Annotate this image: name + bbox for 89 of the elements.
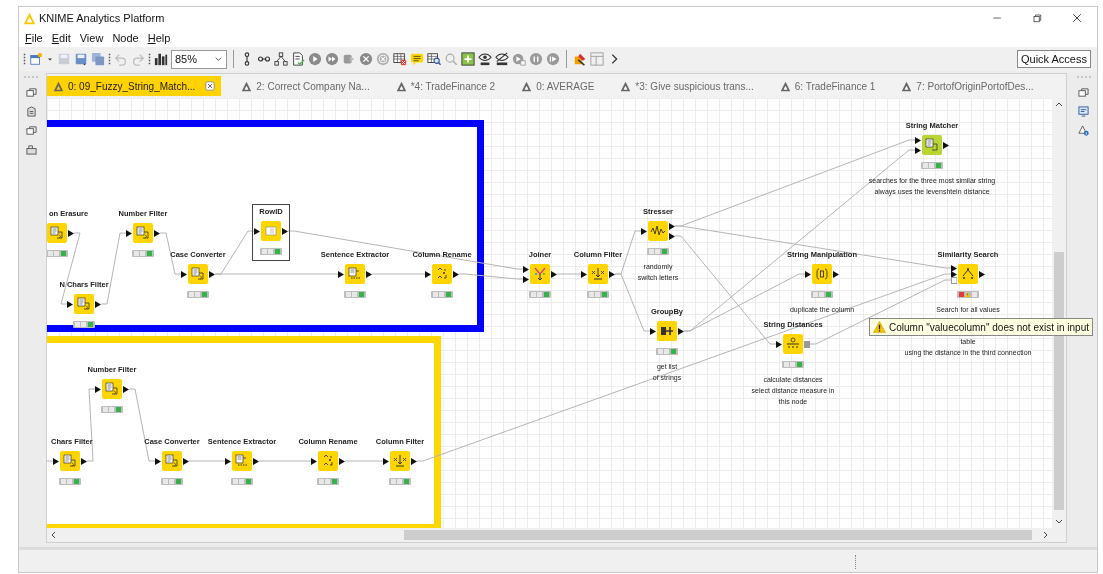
workflow-icon — [620, 80, 632, 92]
add-icon[interactable] — [461, 52, 475, 66]
grip-handle-icon — [148, 51, 151, 67]
chevron-down-icon[interactable] — [214, 54, 223, 64]
tree-layout-icon[interactable] — [274, 52, 288, 66]
workflow-node[interactable] — [783, 334, 803, 354]
restore-icon[interactable] — [1031, 12, 1043, 24]
restore-icon[interactable] — [1078, 87, 1089, 98]
workflow-icon — [241, 80, 253, 92]
pause-icon[interactable] — [529, 52, 543, 66]
workflow-node[interactable] — [958, 264, 978, 284]
workflow-tab[interactable]: *4: TradeFinance 2 — [389, 76, 502, 96]
workflow-node[interactable] — [102, 379, 122, 399]
workflow-node[interactable] — [232, 451, 252, 471]
status-light — [972, 292, 978, 297]
fast-forward-icon[interactable] — [325, 52, 339, 66]
table-search-icon[interactable] — [427, 52, 441, 66]
warning-icon — [873, 321, 886, 333]
workflow-node[interactable] — [47, 223, 67, 243]
workflow-icon — [779, 80, 791, 92]
workflow-node[interactable] — [345, 264, 365, 284]
workflow-node[interactable] — [812, 264, 832, 284]
restore-icon[interactable] — [25, 125, 37, 136]
new-workflow-icon[interactable] — [29, 52, 43, 66]
comment-icon[interactable] — [410, 52, 424, 66]
menu-item[interactable]: File — [25, 32, 43, 44]
warning-info-icon[interactable] — [1078, 125, 1089, 136]
workflow-node[interactable] — [74, 294, 94, 314]
workflow-node[interactable] — [648, 221, 668, 241]
grip-handle-icon — [23, 51, 26, 67]
workflow-node[interactable] — [162, 451, 182, 471]
menu-item[interactable]: Node — [112, 32, 139, 44]
connection-line — [258, 460, 312, 462]
connection-line — [188, 460, 226, 462]
menu-item[interactable]: View — [79, 32, 104, 44]
node-repository-icon[interactable] — [25, 106, 37, 117]
workflow-node[interactable] — [60, 451, 80, 471]
menu-item[interactable]: Edit — [51, 32, 71, 44]
workflow-tab[interactable]: 6: TradeFinance 1 — [773, 76, 882, 96]
close-icon[interactable] — [1071, 12, 1083, 24]
workflow-tab[interactable]: 0: 09_Fuzzy_String_Match... — [47, 76, 222, 96]
workflow-icon — [901, 80, 913, 92]
grip-handle-icon — [108, 51, 111, 67]
workflow-icon — [395, 80, 407, 92]
eye-icon[interactable] — [478, 52, 492, 66]
workflow-tab[interactable]: 0: AVERAGE — [515, 76, 601, 96]
connection-line — [344, 460, 384, 462]
workflow-icon — [521, 80, 533, 92]
step-forward-icon[interactable] — [546, 52, 560, 66]
eye-off-icon[interactable] — [495, 52, 509, 66]
grip-handle-icon — [1075, 75, 1092, 79]
workflow-node[interactable] — [133, 223, 153, 243]
workflow-node[interactable] — [432, 264, 452, 284]
window-title: KNIME Analytics Platform — [39, 12, 165, 24]
workflow-tab[interactable]: *3: Give suspicious trans... — [614, 76, 760, 96]
status-light — [958, 292, 964, 297]
quick-access-field[interactable]: Quick Access — [1016, 50, 1091, 68]
restore-icon[interactable] — [25, 87, 37, 98]
workflow-tab[interactable]: 7: PortofOriginPortofDes... — [895, 76, 1040, 96]
connection-line — [47, 460, 54, 462]
workflow-tab[interactable]: 2: Correct Company Na... — [235, 76, 376, 96]
app-logo-icon — [23, 11, 36, 25]
scrollbar-thumb[interactable] — [404, 530, 1032, 540]
cancel-icon[interactable] — [359, 52, 373, 66]
bar-chart-icon[interactable] — [154, 52, 168, 66]
workflow-node[interactable] — [588, 264, 608, 284]
monitor-icon[interactable] — [1078, 106, 1089, 117]
workflow-node[interactable] — [318, 451, 338, 471]
workflow-node[interactable] — [657, 321, 677, 341]
grip-handle-icon — [23, 75, 39, 79]
menu-item[interactable]: Help — [147, 32, 171, 44]
zoom-dropdown[interactable]: 85% — [171, 49, 227, 69]
workflow-explorer-icon[interactable] — [25, 144, 37, 155]
workflow-node[interactable] — [922, 135, 942, 155]
workflow-node[interactable] — [390, 451, 410, 471]
workflow-node[interactable] — [530, 264, 550, 284]
play-icon[interactable] — [308, 52, 322, 66]
document-check-icon[interactable] — [291, 52, 305, 66]
scrollbar-thumb[interactable] — [1054, 252, 1064, 510]
workflow-node[interactable] — [188, 264, 208, 284]
warning-icon — [965, 292, 971, 297]
tooltip-text: Column "valuecolumn" does not exist in input — [889, 321, 1089, 333]
close-icon[interactable] — [205, 81, 216, 91]
save-as-icon[interactable] — [74, 52, 88, 66]
workflow-icon — [53, 80, 64, 92]
workflow-node[interactable] — [261, 221, 281, 241]
wrench-icon[interactable] — [573, 52, 587, 66]
table-delete-icon[interactable] — [393, 52, 407, 66]
save-all-icon[interactable] — [91, 52, 105, 66]
